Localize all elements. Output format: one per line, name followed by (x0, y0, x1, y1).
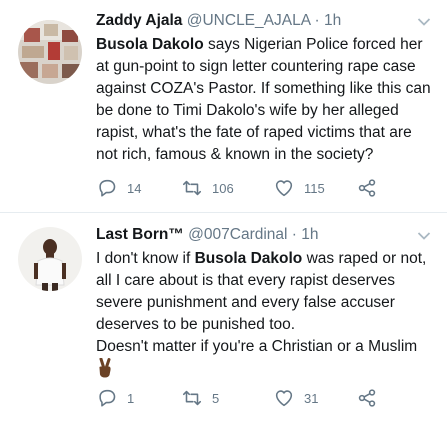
chevron-down-icon[interactable] (417, 17, 431, 27)
tweet-header: Last Born™ @007Cardinal · 1h (96, 225, 407, 245)
tweet-body-line2: Doesn't matter if you're a Christian or … (96, 338, 418, 355)
heart-icon (275, 390, 293, 407)
heart-icon (275, 180, 293, 197)
retweet-count: 106 (212, 180, 234, 196)
display-name[interactable]: Zaddy Ajala (96, 12, 182, 29)
tweet[interactable]: Last Born™ @007Cardinal · 1h I don't kno… (0, 213, 447, 426)
reply-count: 14 (127, 180, 142, 196)
reply-icon (99, 389, 116, 407)
avatar[interactable] (18, 227, 82, 291)
reply-count: 1 (127, 390, 135, 406)
user-handle[interactable]: @007Cardinal (188, 226, 287, 243)
tweet-body: says Nigerian Police forced her at gun-p… (96, 36, 431, 163)
share-icon (358, 389, 376, 407)
like-count: 115 (304, 180, 325, 196)
like-button[interactable]: 115 (273, 176, 325, 200)
reply-button[interactable]: 14 (96, 176, 141, 200)
retweet-button[interactable]: 5 (181, 386, 219, 410)
tweet-header: Zaddy Ajala @UNCLE_AJALA · 1h (96, 11, 407, 31)
tweet-actions: 14 106 115 (96, 176, 396, 200)
retweet-count: 5 (212, 390, 220, 406)
timestamp[interactable]: 1h (324, 12, 341, 29)
chevron-down-icon[interactable] (417, 231, 431, 241)
share-button[interactable] (356, 176, 378, 200)
retweet-icon (182, 390, 202, 406)
reply-button[interactable]: 1 (96, 386, 134, 410)
mention-text: Busola Dakolo (96, 36, 204, 53)
victory-hand-emoji (99, 358, 111, 378)
retweet-button[interactable]: 106 (181, 176, 234, 200)
separator: · (314, 12, 320, 29)
display-name[interactable]: Last Born™ (96, 226, 184, 243)
tweet-text: Busola Dakolo says Nigerian Police force… (96, 34, 436, 166)
separator: · (291, 226, 297, 243)
tweet-text: I don't know if Busola Dakolo was raped … (96, 248, 436, 382)
tweet-actions: 1 5 31 (96, 386, 396, 410)
share-button[interactable] (356, 386, 378, 410)
share-icon (358, 179, 376, 197)
tweet[interactable]: Zaddy Ajala @UNCLE_AJALA · 1h Busola Dak… (0, 0, 447, 212)
like-count: 31 (304, 390, 319, 406)
user-handle[interactable]: @UNCLE_AJALA (187, 12, 310, 29)
reply-icon (99, 179, 116, 197)
tweet-body: I don't know if (96, 250, 195, 267)
timestamp[interactable]: 1h (301, 226, 318, 243)
like-button[interactable]: 31 (273, 386, 318, 410)
avatar[interactable] (18, 20, 82, 84)
mention-text: Busola Dakolo (194, 250, 303, 267)
retweet-icon (182, 180, 202, 196)
